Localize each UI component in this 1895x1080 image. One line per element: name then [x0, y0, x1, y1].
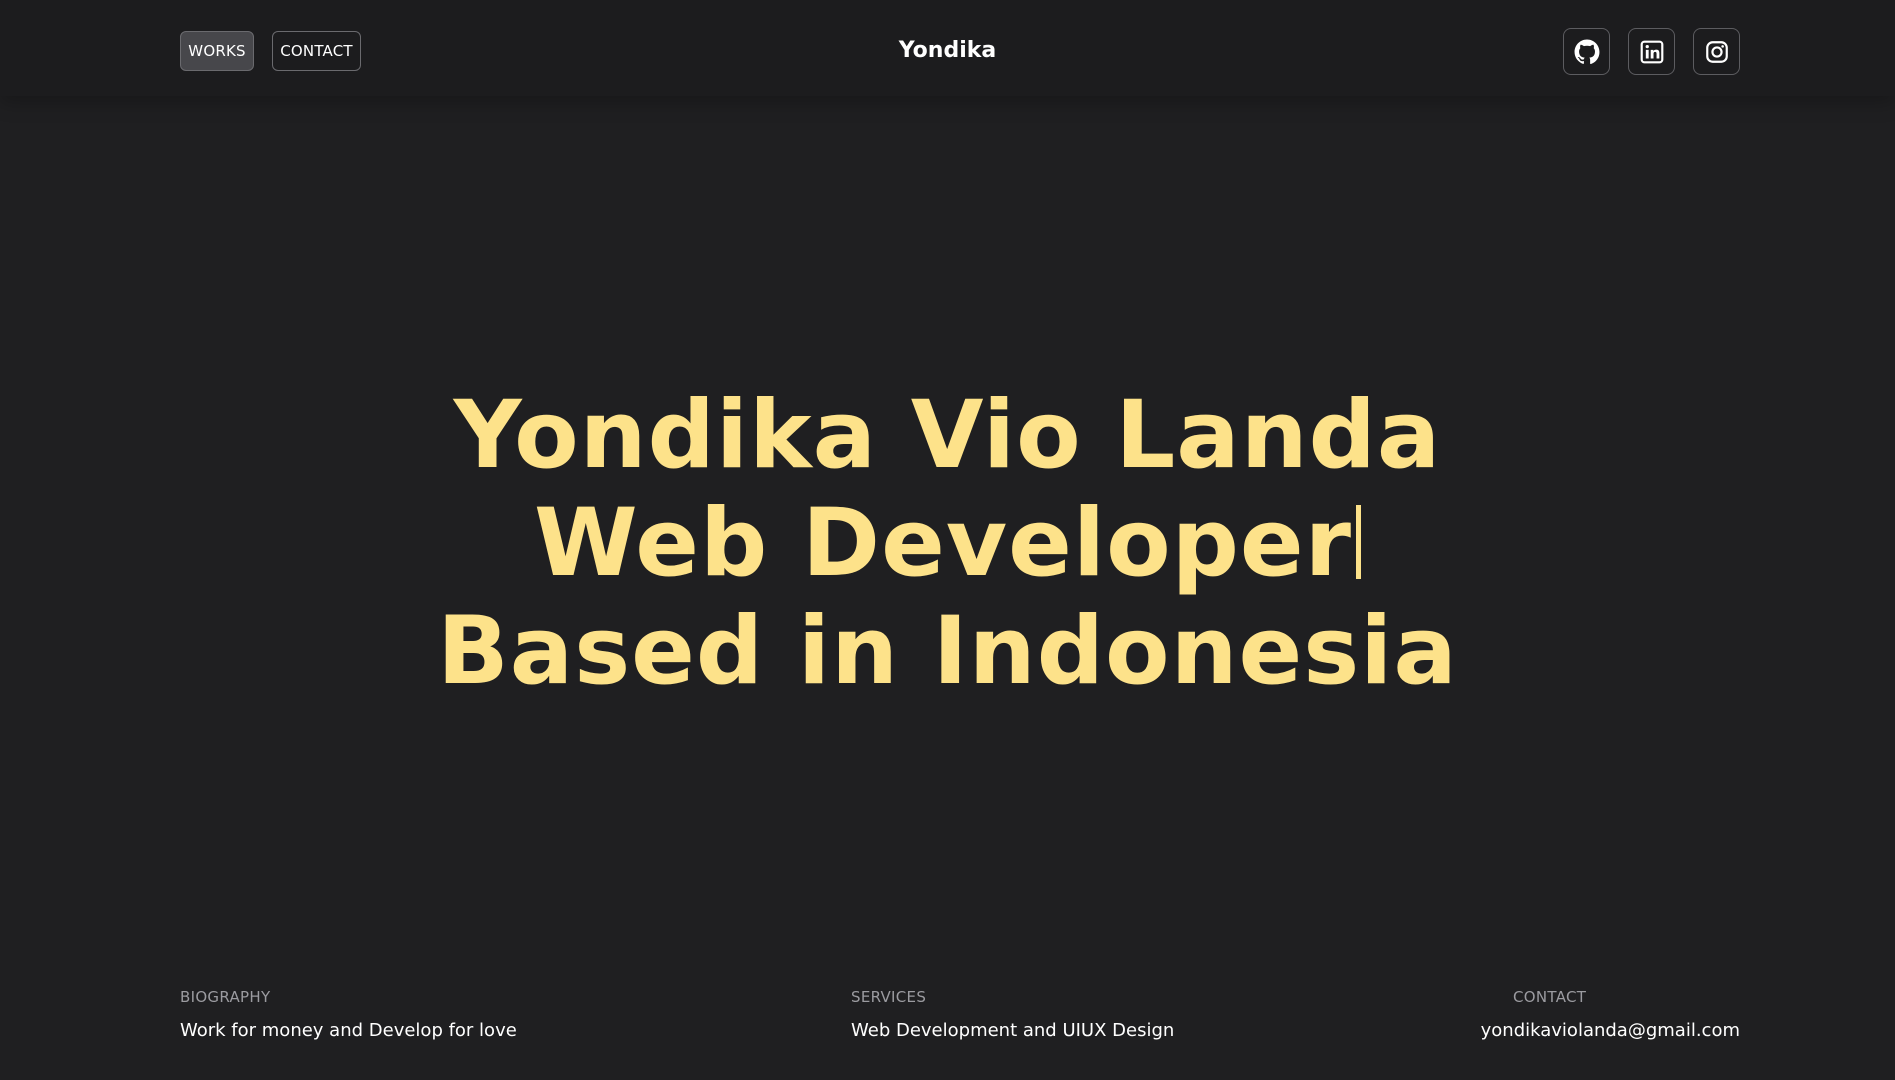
biography-label: BIOGRAPHY [180, 988, 271, 1006]
hero-line-name: Yondika Vio Landa [453, 381, 1442, 490]
instagram-link[interactable] [1693, 28, 1740, 75]
hero-role-text: Web Developer [533, 489, 1353, 598]
services-value: Web Development and UIUX Design [851, 1020, 1175, 1041]
hero-line-role: Web Developer [0, 490, 1895, 598]
brand-name[interactable]: Yondika [0, 37, 1895, 65]
hero-heading: Yondika Vio Landa Web Developer Based in… [0, 382, 1895, 706]
hero-line-location: Based in Indonesia [437, 597, 1458, 706]
linkedin-icon [1640, 40, 1663, 63]
instagram-icon [1705, 40, 1728, 63]
contact-label: CONTACT [1513, 988, 1587, 1006]
biography-value: Work for money and Develop for love [180, 1020, 517, 1041]
github-icon [1574, 39, 1599, 64]
linkedin-link[interactable] [1628, 28, 1675, 75]
contact-email-link[interactable]: yondikaviolanda@gmail.com [1481, 1020, 1740, 1041]
services-label: SERVICES [851, 988, 927, 1006]
github-link[interactable] [1563, 28, 1610, 75]
site-header: WORKS CONTACT Yondika [0, 0, 1895, 96]
typing-cursor [1356, 505, 1362, 579]
